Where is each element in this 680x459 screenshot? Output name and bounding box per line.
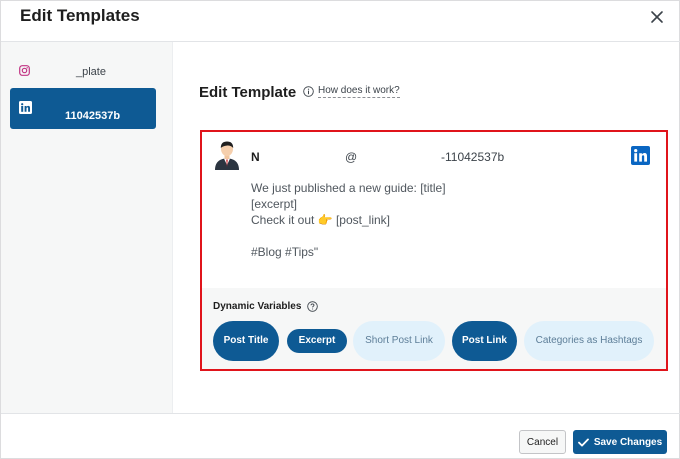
template-preview-card: N @ -11042537b We just published a new g… xyxy=(200,130,668,371)
help-icon[interactable] xyxy=(307,301,319,312)
variable-pill-post-link[interactable]: Post Link xyxy=(452,321,517,361)
variable-pill-excerpt[interactable]: Excerpt xyxy=(287,329,347,353)
close-icon[interactable] xyxy=(648,8,666,26)
cancel-button[interactable]: Cancel xyxy=(519,430,566,454)
sidebar-item-instagram[interactable]: _plate xyxy=(10,58,156,85)
template-body[interactable]: We just published a new guide: [title] [… xyxy=(251,180,631,260)
variable-pill-short-post-link[interactable]: Short Post Link xyxy=(353,321,445,361)
modal-header: Edit Templates xyxy=(1,1,680,42)
sidebar-item-label: _plate xyxy=(76,66,106,78)
save-changes-button[interactable]: Save Changes xyxy=(573,430,667,454)
edit-templates-modal: Edit Templates _plate 11042537b Edit Tem… xyxy=(0,0,680,459)
sidebar-item-linkedin[interactable]: 11042537b xyxy=(10,88,156,129)
template-line: [excerpt] xyxy=(251,197,298,211)
profile-at: @ xyxy=(345,150,358,164)
profile-name: N xyxy=(251,150,260,164)
profile-handle: -11042537b xyxy=(441,150,505,164)
template-line: #Blog #Tips" xyxy=(251,245,319,259)
save-button-label: Save Changes xyxy=(593,436,663,448)
instagram-icon xyxy=(19,65,30,76)
variable-pill-categories-hashtags[interactable]: Categories as Hashtags xyxy=(524,321,654,361)
page-title: Edit Template xyxy=(199,84,297,101)
sidebar: _plate 11042537b xyxy=(1,42,173,413)
template-line: Check it out 👉 [post_link] xyxy=(251,213,391,227)
modal-footer: Cancel Save Changes xyxy=(1,413,680,459)
template-line xyxy=(251,228,631,244)
linkedin-icon xyxy=(19,101,32,114)
info-icon xyxy=(303,86,314,97)
sidebar-item-label: 11042537b xyxy=(65,110,121,122)
variable-pill-post-title[interactable]: Post Title xyxy=(213,321,279,361)
dynamic-variables-heading: Dynamic Variables xyxy=(213,301,319,312)
avatar xyxy=(215,141,239,170)
dynamic-variables-label: Dynamic Variables xyxy=(213,301,302,312)
dynamic-variables-panel: Dynamic Variables Post Title Excerpt Sho… xyxy=(202,288,666,369)
help-link-text: How does it work? xyxy=(318,85,400,98)
modal-title: Edit Templates xyxy=(20,6,140,25)
linkedin-icon xyxy=(631,146,650,165)
checkmark-icon xyxy=(577,438,589,446)
template-line: We just published a new guide: [title] xyxy=(251,181,446,195)
how-does-it-work-link[interactable]: How does it work? xyxy=(303,85,400,98)
